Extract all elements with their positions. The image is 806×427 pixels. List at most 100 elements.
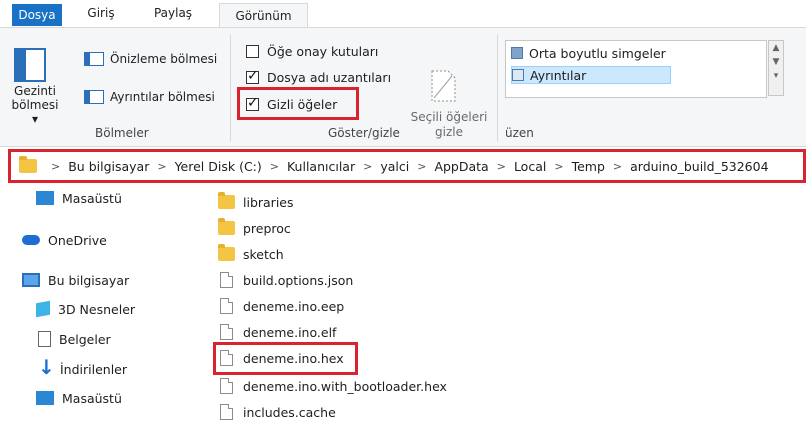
navigation-pane-icon[interactable]: [14, 48, 46, 82]
preview-pane-icon: [84, 52, 104, 66]
nav-item-label: Belgeler: [59, 331, 111, 347]
details-icon: [512, 69, 524, 81]
ribbon-separator: [497, 34, 498, 142]
chevron-right-icon[interactable]: >: [157, 160, 166, 173]
nav-item-label: Masaüstü: [62, 190, 122, 206]
preview-pane-button[interactable]: Önizleme bölmesi: [84, 52, 217, 66]
breadcrumb-user[interactable]: yalci: [380, 159, 409, 174]
tab-share[interactable]: Paylaş: [146, 0, 200, 26]
documents-icon: [38, 331, 51, 347]
medium-icons-icon: [511, 47, 523, 59]
chevron-right-icon[interactable]: >: [363, 160, 372, 173]
file-row-libraries[interactable]: libraries: [218, 192, 294, 212]
breadcrumb-this-pc[interactable]: Bu bilgisayar: [68, 159, 149, 174]
breadcrumb-local[interactable]: Local: [514, 159, 546, 174]
details-pane-icon: [84, 90, 104, 104]
hide-selected-label-2: gizle: [435, 125, 463, 139]
file-name: deneme.ino.eep: [243, 298, 345, 314]
nav-item-label: 3D Nesneler: [58, 301, 136, 317]
file-icon: [220, 378, 233, 394]
file-row-sketch[interactable]: sketch: [218, 244, 284, 264]
chevron-right-icon[interactable]: >: [554, 160, 563, 173]
file-name: deneme.ino.elf: [243, 324, 337, 340]
address-bar[interactable]: > Bu bilgisayar > Yerel Disk (C:) > Kull…: [8, 149, 806, 183]
nav-item-desktop-2[interactable]: Masaüstü: [36, 388, 122, 408]
layout-details[interactable]: Ayrıntılar: [511, 66, 671, 84]
desktop-icon: [36, 191, 54, 205]
tab-home[interactable]: Giriş: [80, 0, 122, 26]
layout-group-title: üzen: [505, 126, 534, 140]
chevron-right-icon[interactable]: >: [417, 160, 426, 173]
ribbon-separator: [230, 34, 231, 142]
gallery-scroll-down-icon[interactable]: ▼: [769, 55, 783, 69]
file-row-with-bootloader[interactable]: deneme.ino.with_bootloader.hex: [218, 376, 447, 396]
nav-item-onedrive[interactable]: OneDrive: [22, 230, 107, 250]
item-checkboxes-label: Öğe onay kutuları: [267, 44, 379, 59]
file-icon: [220, 324, 233, 340]
hide-selected-icon[interactable]: [430, 70, 456, 102]
ribbon-view-panel: Gezinti bölmesi ▾ Önizleme bölmesi Ayrın…: [0, 27, 806, 147]
layout-medium-icons[interactable]: Orta boyutlu simgeler: [511, 44, 666, 62]
file-icon: [220, 298, 233, 314]
item-checkboxes-option[interactable]: Öğe onay kutuları: [246, 44, 378, 59]
layout-gallery-scroll[interactable]: ▲ ▼ ▾: [768, 40, 784, 96]
tab-view[interactable]: Görünüm: [219, 3, 308, 28]
nav-item-label: Bu bilgisayar: [48, 272, 130, 288]
chevron-right-icon[interactable]: >: [613, 160, 622, 173]
file-name-extensions-option[interactable]: Dosya adı uzantıları: [246, 68, 392, 85]
breadcrumb-users[interactable]: Kullanıcılar: [287, 159, 355, 174]
nav-item-documents[interactable]: Belgeler: [38, 329, 111, 349]
nav-item-desktop[interactable]: Masaüstü: [36, 188, 122, 208]
gallery-scroll-up-icon[interactable]: ▲: [769, 41, 783, 55]
file-row-includes-cache[interactable]: includes.cache: [218, 402, 336, 422]
navigation-pane-label: Gezinti: [14, 84, 56, 98]
downloads-icon: [38, 355, 55, 379]
nav-item-label: OneDrive: [48, 232, 107, 248]
3d-objects-icon: [36, 300, 50, 318]
breadcrumb-arduino-build[interactable]: arduino_build_532604: [630, 159, 768, 174]
nav-item-this-pc[interactable]: Bu bilgisayar: [22, 270, 129, 290]
hide-selected-button[interactable]: Seçili öğeleri gizle: [404, 110, 494, 140]
file-row-build-options[interactable]: build.options.json: [218, 270, 353, 290]
folder-icon: [218, 218, 235, 235]
details-pane-label: Ayrıntılar bölmesi: [110, 90, 215, 104]
file-row-elf[interactable]: deneme.ino.elf: [218, 322, 336, 342]
item-checkboxes-checkbox[interactable]: [246, 45, 259, 58]
panes-group-title: Bölmeler: [95, 126, 149, 140]
nav-item-downloads[interactable]: İndirilenler: [38, 355, 128, 379]
chevron-right-icon[interactable]: >: [51, 160, 60, 173]
breadcrumb-temp[interactable]: Temp: [572, 159, 605, 174]
hidden-items-highlight: [237, 87, 359, 120]
file-name: sketch: [243, 246, 284, 262]
file-row-preproc[interactable]: preproc: [218, 218, 291, 238]
show-hide-group-title: Göster/gizle: [328, 126, 400, 140]
details-pane-button[interactable]: Ayrıntılar bölmesi: [84, 90, 215, 104]
file-name-extensions-checkbox[interactable]: [246, 68, 259, 84]
nav-item-label: Masaüstü: [62, 390, 122, 406]
file-name: build.options.json: [243, 272, 354, 288]
breadcrumb-local-disk[interactable]: Yerel Disk (C:): [175, 159, 262, 174]
file-row-eep[interactable]: deneme.ino.eep: [218, 296, 344, 316]
file-name: deneme.ino.with_bootloader.hex: [243, 378, 447, 394]
layout-gallery: Orta boyutlu simgeler Ayrıntılar: [505, 40, 767, 98]
file-name: libraries: [243, 194, 294, 210]
hide-selected-label: Seçili öğeleri: [410, 110, 488, 124]
layout-medium-icons-label: Orta boyutlu simgeler: [529, 45, 666, 61]
layout-details-label: Ayrıntılar: [530, 67, 587, 83]
folder-icon: [19, 156, 37, 173]
computer-icon: [22, 273, 40, 287]
tab-file[interactable]: Dosya: [12, 4, 62, 26]
chevron-right-icon[interactable]: >: [497, 160, 506, 173]
nav-item-label: İndirilenler: [60, 361, 128, 377]
folder-icon: [218, 244, 235, 261]
gallery-more-icon[interactable]: ▾: [769, 69, 783, 83]
navigation-pane-button[interactable]: Gezinti bölmesi ▾: [10, 84, 60, 126]
hex-file-highlight: [213, 342, 358, 375]
navigation-pane-label-2: bölmesi ▾: [11, 98, 59, 126]
ribbon-tab-bar: Dosya Giriş Paylaş Görünüm: [0, 0, 806, 28]
nav-item-3d-objects[interactable]: 3D Nesneler: [36, 299, 135, 319]
chevron-right-icon[interactable]: >: [270, 160, 279, 173]
file-icon: [220, 404, 233, 420]
file-name-extensions-label: Dosya adı uzantıları: [267, 70, 392, 85]
breadcrumb-appdata[interactable]: AppData: [434, 159, 488, 174]
